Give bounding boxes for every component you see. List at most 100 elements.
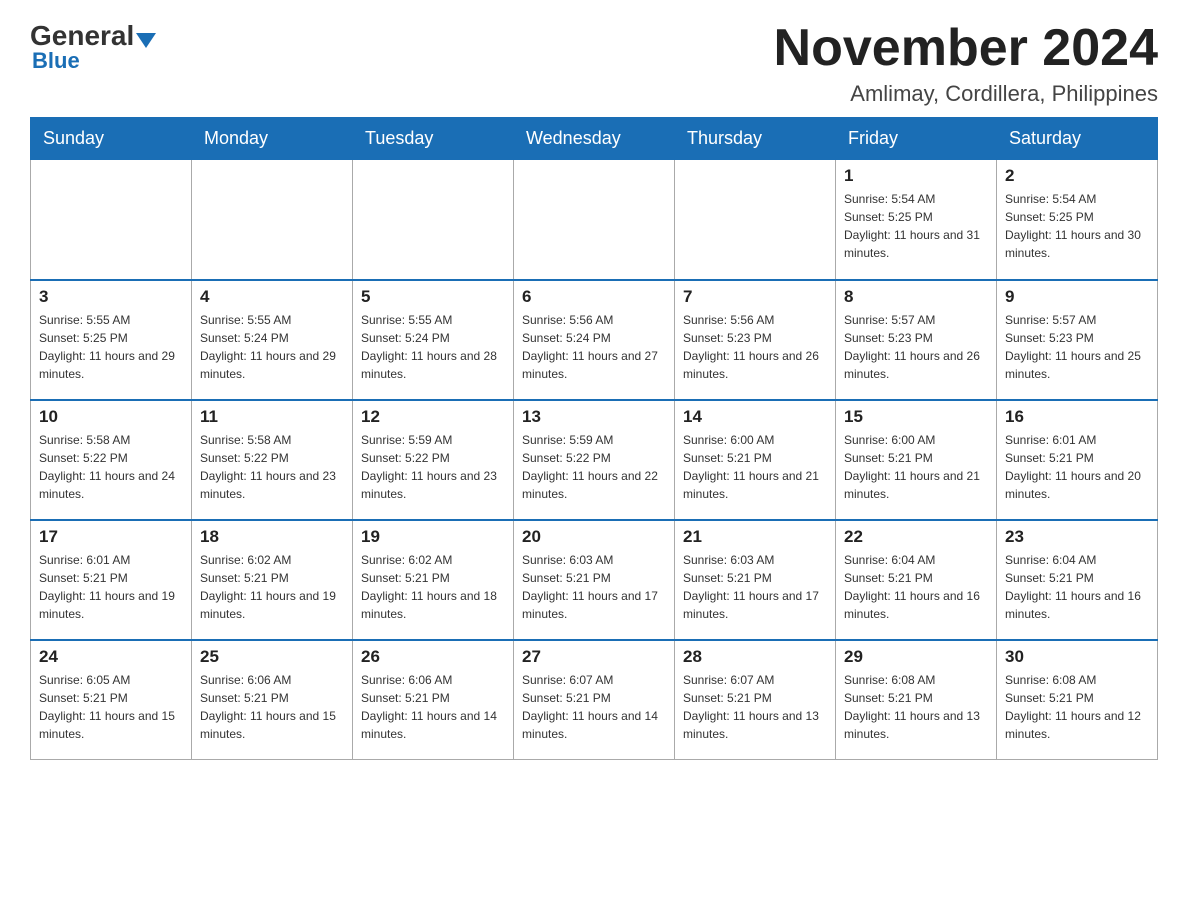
calendar-cell: 15 Sunrise: 6:00 AM Sunset: 5:21 PM Dayli… (836, 400, 997, 520)
day-info: Sunrise: 6:02 AM Sunset: 5:21 PM Dayligh… (361, 551, 505, 623)
day-info: Sunrise: 5:55 AM Sunset: 5:24 PM Dayligh… (200, 311, 344, 383)
day-info: Sunrise: 5:59 AM Sunset: 5:22 PM Dayligh… (361, 431, 505, 503)
calendar-cell: 23 Sunrise: 6:04 AM Sunset: 5:21 PM Dayli… (997, 520, 1158, 640)
month-title: November 2024 (774, 20, 1158, 77)
calendar-cell: 8 Sunrise: 5:57 AM Sunset: 5:23 PM Daylig… (836, 280, 997, 400)
calendar-cell: 24Sunrise: 6:05 AM Sunset: 5:21 PM Dayli… (31, 640, 192, 760)
calendar-cell: 12 Sunrise: 5:59 AM Sunset: 5:22 PM Dayli… (353, 400, 514, 520)
day-number: 15 (844, 407, 988, 427)
day-number: 30 (1005, 647, 1149, 667)
day-info: Sunrise: 6:07 AM Sunset: 5:21 PM Dayligh… (522, 671, 666, 743)
calendar-cell: 18 Sunrise: 6:02 AM Sunset: 5:21 PM Dayli… (192, 520, 353, 640)
day-number: 28 (683, 647, 827, 667)
calendar-cell: 27 Sunrise: 6:07 AM Sunset: 5:21 PM Dayli… (514, 640, 675, 760)
calendar-week-row: 17 Sunrise: 6:01 AM Sunset: 5:21 PM Dayli… (31, 520, 1158, 640)
day-info: Sunrise: 5:58 AM Sunset: 5:22 PM Dayligh… (200, 431, 344, 503)
day-number: 9 (1005, 287, 1149, 307)
weekday-header: Wednesday (514, 118, 675, 160)
day-info: Sunrise: 6:08 AM Sunset: 5:21 PM Dayligh… (844, 671, 988, 743)
calendar-week-row: 1 Sunrise: 5:54 AM Sunset: 5:25 PM Daylig… (31, 160, 1158, 280)
day-number: 25 (200, 647, 344, 667)
day-info: Sunrise: 6:03 AM Sunset: 5:21 PM Dayligh… (522, 551, 666, 623)
day-info: Sunrise: 6:06 AM Sunset: 5:21 PM Dayligh… (361, 671, 505, 743)
logo: General Blue (30, 20, 158, 74)
weekday-header: Sunday (31, 118, 192, 160)
calendar-cell: 1 Sunrise: 5:54 AM Sunset: 5:25 PM Daylig… (836, 160, 997, 280)
day-number: 22 (844, 527, 988, 547)
calendar-cell: 28Sunrise: 6:07 AM Sunset: 5:21 PM Dayli… (675, 640, 836, 760)
calendar-week-row: 10 Sunrise: 5:58 AM Sunset: 5:22 PM Dayli… (31, 400, 1158, 520)
day-info: Sunrise: 5:56 AM Sunset: 5:24 PM Dayligh… (522, 311, 666, 383)
day-number: 27 (522, 647, 666, 667)
day-number: 13 (522, 407, 666, 427)
calendar-cell (192, 160, 353, 280)
day-info: Sunrise: 5:55 AM Sunset: 5:24 PM Dayligh… (361, 311, 505, 383)
day-number: 10 (39, 407, 183, 427)
day-info: Sunrise: 6:00 AM Sunset: 5:21 PM Dayligh… (844, 431, 988, 503)
calendar-cell: 14 Sunrise: 6:00 AM Sunset: 5:21 PM Dayli… (675, 400, 836, 520)
day-info: Sunrise: 6:06 AM Sunset: 5:21 PM Dayligh… (200, 671, 344, 743)
day-number: 11 (200, 407, 344, 427)
day-number: 16 (1005, 407, 1149, 427)
day-number: 18 (200, 527, 344, 547)
day-info: Sunrise: 6:04 AM Sunset: 5:21 PM Dayligh… (1005, 551, 1149, 623)
day-info: Sunrise: 5:57 AM Sunset: 5:23 PM Dayligh… (1005, 311, 1149, 383)
calendar-cell (31, 160, 192, 280)
calendar-cell: 16 Sunrise: 6:01 AM Sunset: 5:21 PM Dayli… (997, 400, 1158, 520)
day-info: Sunrise: 6:05 AM Sunset: 5:21 PM Dayligh… (39, 671, 183, 743)
day-info: Sunrise: 6:01 AM Sunset: 5:21 PM Dayligh… (39, 551, 183, 623)
calendar-cell: 30Sunrise: 6:08 AM Sunset: 5:21 PM Dayli… (997, 640, 1158, 760)
calendar-cell: 3Sunrise: 5:55 AM Sunset: 5:25 PM Daylig… (31, 280, 192, 400)
location-title: Amlimay, Cordillera, Philippines (774, 81, 1158, 107)
day-info: Sunrise: 5:56 AM Sunset: 5:23 PM Dayligh… (683, 311, 827, 383)
day-number: 4 (200, 287, 344, 307)
calendar-cell: 17 Sunrise: 6:01 AM Sunset: 5:21 PM Dayli… (31, 520, 192, 640)
day-info: Sunrise: 5:59 AM Sunset: 5:22 PM Dayligh… (522, 431, 666, 503)
day-info: Sunrise: 5:58 AM Sunset: 5:22 PM Dayligh… (39, 431, 183, 503)
calendar-cell: 13 Sunrise: 5:59 AM Sunset: 5:22 PM Dayli… (514, 400, 675, 520)
day-number: 21 (683, 527, 827, 547)
day-number: 19 (361, 527, 505, 547)
calendar-cell: 11 Sunrise: 5:58 AM Sunset: 5:22 PM Dayli… (192, 400, 353, 520)
day-number: 29 (844, 647, 988, 667)
day-number: 17 (39, 527, 183, 547)
weekday-header: Thursday (675, 118, 836, 160)
logo-blue-text: Blue (32, 48, 80, 74)
calendar-cell: 9 Sunrise: 5:57 AM Sunset: 5:23 PM Daylig… (997, 280, 1158, 400)
day-info: Sunrise: 5:54 AM Sunset: 5:25 PM Dayligh… (844, 190, 988, 262)
day-info: Sunrise: 5:55 AM Sunset: 5:25 PM Dayligh… (39, 311, 183, 383)
day-number: 1 (844, 166, 988, 186)
calendar-cell: 22Sunrise: 6:04 AM Sunset: 5:21 PM Dayli… (836, 520, 997, 640)
day-number: 20 (522, 527, 666, 547)
calendar-cell: 5 Sunrise: 5:55 AM Sunset: 5:24 PM Daylig… (353, 280, 514, 400)
day-info: Sunrise: 6:01 AM Sunset: 5:21 PM Dayligh… (1005, 431, 1149, 503)
calendar-cell (353, 160, 514, 280)
calendar-cell: 2Sunrise: 5:54 AM Sunset: 5:25 PM Daylig… (997, 160, 1158, 280)
weekday-header: Saturday (997, 118, 1158, 160)
calendar-week-row: 3Sunrise: 5:55 AM Sunset: 5:25 PM Daylig… (31, 280, 1158, 400)
weekday-header: Monday (192, 118, 353, 160)
calendar-header-row: SundayMondayTuesdayWednesdayThursdayFrid… (31, 118, 1158, 160)
day-info: Sunrise: 5:57 AM Sunset: 5:23 PM Dayligh… (844, 311, 988, 383)
calendar-cell: 10 Sunrise: 5:58 AM Sunset: 5:22 PM Dayli… (31, 400, 192, 520)
calendar-cell: 7Sunrise: 5:56 AM Sunset: 5:23 PM Daylig… (675, 280, 836, 400)
calendar-table: SundayMondayTuesdayWednesdayThursdayFrid… (30, 117, 1158, 760)
day-number: 12 (361, 407, 505, 427)
day-number: 26 (361, 647, 505, 667)
day-info: Sunrise: 6:00 AM Sunset: 5:21 PM Dayligh… (683, 431, 827, 503)
calendar-cell: 26 Sunrise: 6:06 AM Sunset: 5:21 PM Dayli… (353, 640, 514, 760)
calendar-cell (514, 160, 675, 280)
weekday-header: Tuesday (353, 118, 514, 160)
weekday-header: Friday (836, 118, 997, 160)
day-number: 14 (683, 407, 827, 427)
calendar-cell: 25 Sunrise: 6:06 AM Sunset: 5:21 PM Dayli… (192, 640, 353, 760)
day-number: 8 (844, 287, 988, 307)
day-number: 6 (522, 287, 666, 307)
calendar-week-row: 24Sunrise: 6:05 AM Sunset: 5:21 PM Dayli… (31, 640, 1158, 760)
day-info: Sunrise: 5:54 AM Sunset: 5:25 PM Dayligh… (1005, 190, 1149, 262)
day-number: 23 (1005, 527, 1149, 547)
calendar-cell: 19 Sunrise: 6:02 AM Sunset: 5:21 PM Dayli… (353, 520, 514, 640)
page-header: General Blue November 2024 Amlimay, Cord… (30, 20, 1158, 107)
day-info: Sunrise: 6:02 AM Sunset: 5:21 PM Dayligh… (200, 551, 344, 623)
day-number: 5 (361, 287, 505, 307)
